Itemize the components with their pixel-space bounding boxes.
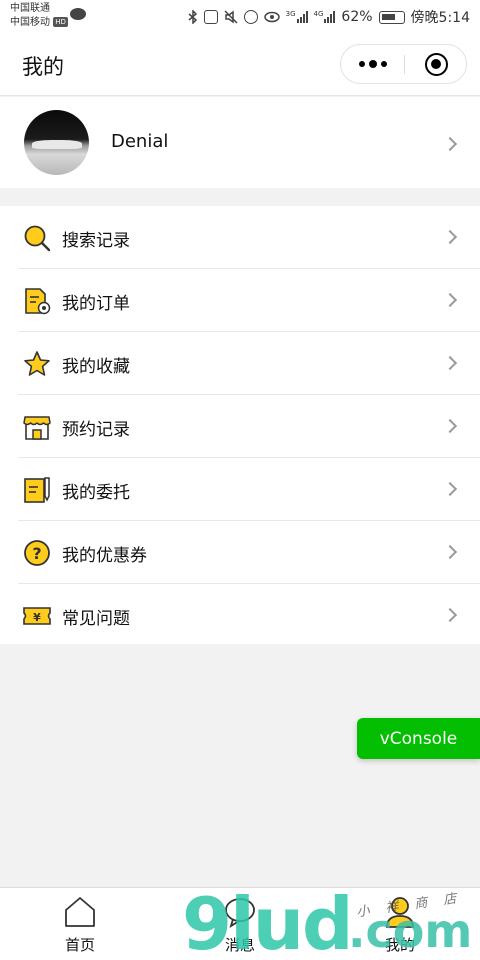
- chevron-right-icon: [442, 418, 458, 434]
- svg-text:¥: ¥: [33, 611, 41, 624]
- signal-1-icon: 3G: [286, 11, 308, 23]
- menu-item-favorites[interactable]: 我的收藏: [0, 332, 480, 395]
- status-icons: 3G 4G 62% 傍晚5:14: [188, 7, 470, 27]
- miniprogram-capsule: [340, 44, 467, 84]
- chevron-right-icon: [442, 229, 458, 245]
- chevron-right-icon: [442, 355, 458, 371]
- menu-item-label: 我的委托: [62, 483, 130, 503]
- target-close-icon[interactable]: [425, 53, 448, 76]
- tab-label: 我的: [384, 936, 415, 954]
- username: Denial: [111, 131, 169, 152]
- status-bar: 中国联通 中国移动 HD 3G 4G 62% 傍晚5:14: [0, 0, 480, 34]
- tab-bar: 首页 消息 我的: [0, 887, 480, 960]
- message-notification-icon: [70, 8, 86, 20]
- menu-item-label: 我的收藏: [62, 357, 130, 377]
- yen-ticket-icon: ¥: [23, 607, 51, 625]
- hd-badge: HD: [53, 17, 68, 27]
- menu-item-label: 我的订单: [62, 294, 130, 314]
- tab-home[interactable]: 首页: [0, 888, 160, 960]
- carrier-1: 中国联通: [10, 3, 50, 14]
- battery-icon: [378, 10, 405, 24]
- tab-mine[interactable]: 我的: [320, 888, 480, 960]
- entrust-document-icon: [24, 477, 50, 503]
- chevron-right-icon: [442, 544, 458, 560]
- user-icon: [386, 897, 414, 928]
- navigation-bar: 我的: [0, 34, 480, 96]
- question-coupon-icon: ?: [24, 540, 50, 566]
- battery-percent: 62%: [341, 9, 373, 25]
- menu-item-label: 常见问题: [62, 609, 130, 629]
- carrier-2: 中国移动: [10, 17, 50, 28]
- store-icon: [23, 416, 51, 440]
- menu-item-label: 我的优惠券: [62, 546, 147, 566]
- vconsole-button[interactable]: vConsole: [357, 718, 480, 759]
- capsule-divider: [404, 55, 405, 74]
- tab-label: 消息: [224, 936, 255, 954]
- carrier-info: 中国联通 中国移动 HD: [10, 2, 68, 30]
- eye-comfort-icon: [263, 11, 280, 23]
- chat-icon: [225, 898, 255, 928]
- chevron-right-icon: [442, 292, 458, 308]
- bluetooth-icon: [188, 10, 197, 24]
- avatar[interactable]: [24, 110, 89, 175]
- order-document-icon: [25, 288, 51, 315]
- clock: 傍晚5:14: [410, 10, 470, 26]
- more-dots-icon[interactable]: [341, 45, 404, 83]
- menu-item-entrust[interactable]: 我的委托: [0, 458, 480, 521]
- tab-messages[interactable]: 消息: [160, 888, 320, 960]
- menu-item-my-orders[interactable]: 我的订单: [0, 269, 480, 332]
- search-icon: [24, 225, 51, 252]
- menu-list: 搜索记录 我的订单 我的收藏 预约记录 我的委托 ? 我的优惠券 ¥ 常见问题: [0, 206, 480, 644]
- menu-item-label: 预约记录: [62, 420, 130, 440]
- menu-item-faq[interactable]: ¥ 常见问题: [0, 584, 480, 647]
- nfc-icon: [203, 10, 218, 24]
- mute-icon: [224, 10, 238, 24]
- profile-card[interactable]: Denial: [0, 97, 480, 188]
- alarm-icon: [243, 10, 258, 24]
- menu-item-coupons[interactable]: ? 我的优惠券: [0, 521, 480, 584]
- star-icon: [24, 351, 50, 376]
- page-title: 我的: [22, 55, 64, 79]
- chevron-right-icon: [442, 481, 458, 497]
- signal-2-icon: 4G: [314, 11, 336, 23]
- menu-item-search-history[interactable]: 搜索记录: [0, 206, 480, 269]
- svg-text:?: ?: [32, 544, 41, 563]
- home-icon: [65, 897, 95, 927]
- menu-item-label: 搜索记录: [62, 231, 130, 251]
- chevron-right-icon: [442, 607, 458, 623]
- tab-label: 首页: [64, 936, 95, 954]
- menu-item-reservations[interactable]: 预约记录: [0, 395, 480, 458]
